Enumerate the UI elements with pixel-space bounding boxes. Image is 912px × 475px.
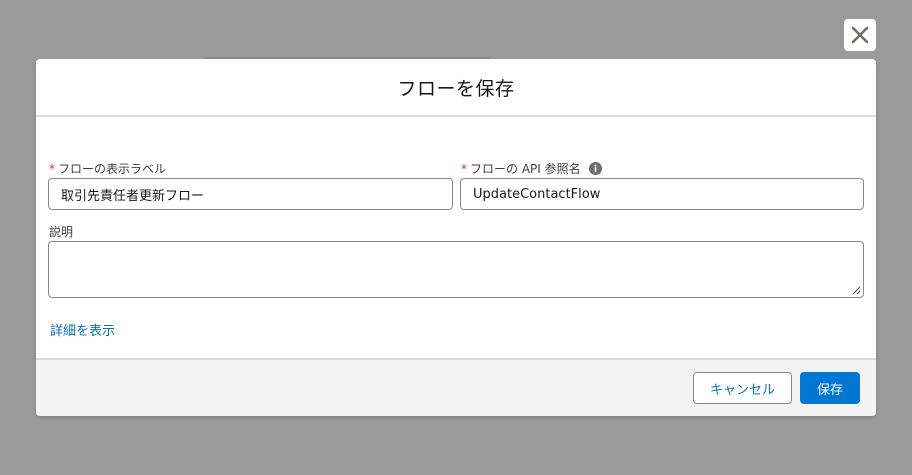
show-details-link[interactable]: 詳細を表示 — [50, 320, 115, 339]
cancel-button[interactable]: キャンセル — [693, 372, 792, 404]
api-name-field-label: * フローの API 参照名 — [461, 160, 602, 177]
info-icon[interactable] — [588, 162, 602, 175]
modal-backdrop: フローを保存 * フローの表示ラベル * フローの API 参照名 — [0, 0, 912, 475]
api-name-label-text: フローの API 参照名 — [470, 162, 581, 176]
required-mark: * — [461, 161, 467, 176]
close-button[interactable] — [844, 19, 876, 51]
required-mark: * — [49, 161, 55, 176]
save-flow-dialog: フローを保存 * フローの表示ラベル * フローの API 参照名 — [36, 59, 876, 416]
save-button[interactable]: 保存 — [800, 372, 860, 404]
modal-title: フローを保存 — [397, 77, 515, 100]
flow-label-input[interactable] — [48, 178, 453, 210]
flow-label-field-label: * フローの表示ラベル — [49, 160, 166, 177]
resize-handle-icon[interactable] — [851, 285, 861, 295]
close-icon — [851, 26, 869, 44]
modal-header: フローを保存 — [36, 59, 876, 117]
description-label-text: 説明 — [49, 225, 74, 239]
description-textarea[interactable] — [48, 241, 864, 298]
modal-body: * フローの表示ラベル * フローの API 参照名 説明 — [36, 117, 876, 358]
modal-footer: キャンセル 保存 — [36, 358, 876, 416]
description-field-label: 説明 — [49, 223, 73, 240]
api-name-input[interactable] — [460, 178, 864, 210]
flow-label-label-text: フローの表示ラベル — [58, 162, 167, 176]
